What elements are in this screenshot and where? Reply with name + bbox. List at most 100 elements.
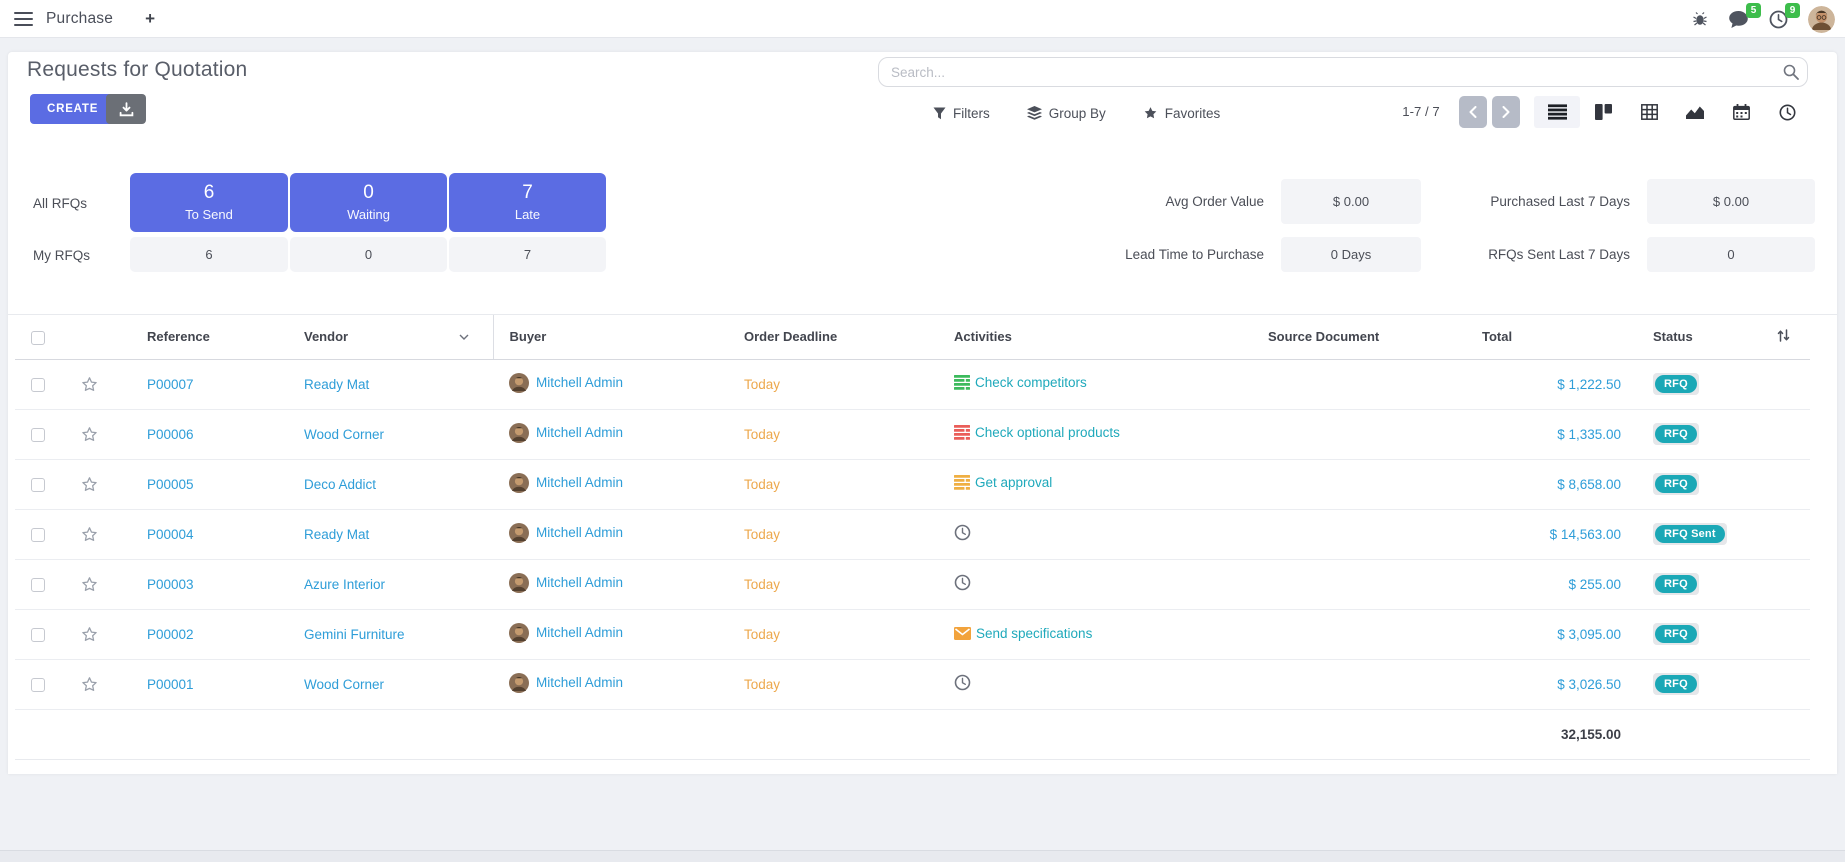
column-header-source[interactable]: Source Document [1252,315,1482,359]
activity-view-button[interactable] [1764,96,1810,128]
app-name[interactable]: Purchase [46,10,113,28]
buyer-link[interactable]: Mitchell Admin [536,675,623,690]
row-checkbox[interactable] [31,428,45,442]
activity-cell[interactable] [954,674,976,691]
source-document-cell [1252,409,1482,459]
column-header-vendor[interactable]: Vendor [288,315,493,359]
reference-link[interactable]: P00003 [147,577,194,592]
optional-columns-button[interactable] [1757,315,1810,359]
buyer-link[interactable]: Mitchell Admin [536,525,623,540]
row-checkbox[interactable] [31,578,45,592]
activity-cell[interactable] [954,524,976,541]
vendor-link[interactable]: Wood Corner [304,677,384,692]
activity-cell[interactable]: Check optional products [954,425,1120,440]
reference-link[interactable]: P00002 [147,627,194,642]
column-header-buyer[interactable]: Buyer [493,315,728,359]
row-checkbox[interactable] [31,628,45,642]
to-send-button[interactable]: 6 To Send [130,173,288,232]
calendar-view-button[interactable] [1718,96,1764,128]
my-late-value[interactable]: 7 [449,237,606,272]
row-checkbox[interactable] [31,378,45,392]
reference-link[interactable]: P00005 [147,477,194,492]
search-input[interactable] [878,57,1808,87]
table-row[interactable]: P00002 Gemini Furniture Mitchell Admin T… [15,609,1810,659]
table-row[interactable]: P00003 Azure Interior Mitchell Admin Tod… [15,559,1810,609]
table-row[interactable]: P00007 Ready Mat Mitchell Admin Today Ch… [15,359,1810,409]
reference-link[interactable]: P00004 [147,527,194,542]
favorite-star-icon[interactable] [80,475,99,494]
activity-cell[interactable]: Get approval [954,475,1052,490]
reference-link[interactable]: P00007 [147,377,194,392]
list-view-button[interactable] [1534,96,1580,128]
create-button[interactable]: CREATE [30,94,115,124]
reference-link[interactable]: P00006 [147,427,194,442]
table-row[interactable]: P00001 Wood Corner Mitchell Admin Today … [15,659,1810,709]
row-checkbox[interactable] [31,528,45,542]
vendor-link[interactable]: Gemini Furniture [304,627,405,642]
buyer-link[interactable]: Mitchell Admin [536,575,623,590]
activities-clock-icon[interactable]: 9 [1769,10,1788,29]
filters-button[interactable]: Filters [933,106,990,121]
vendor-link[interactable]: Wood Corner [304,427,384,442]
table-row[interactable]: P00005 Deco Addict Mitchell Admin Today … [15,459,1810,509]
column-header-status[interactable]: Status [1637,315,1757,359]
filters-label: Filters [953,106,990,121]
buyer-link[interactable]: Mitchell Admin [536,475,623,490]
buyer-link[interactable]: Mitchell Admin [536,625,623,640]
reference-link[interactable]: P00001 [147,677,194,692]
pivot-view-button[interactable] [1626,96,1672,128]
late-label: Late [449,207,606,222]
late-button[interactable]: 7 Late [449,173,606,232]
chevron-right-icon [1502,106,1510,118]
activity-label[interactable]: Get approval [975,475,1052,490]
select-all-checkbox[interactable] [31,331,45,345]
vendor-link[interactable]: Deco Addict [304,477,376,492]
group-by-label: Group By [1049,106,1106,121]
favorite-star-icon[interactable] [80,525,99,544]
vendor-link[interactable]: Ready Mat [304,527,369,542]
user-avatar[interactable] [1808,6,1835,33]
buyer-link[interactable]: Mitchell Admin [536,425,623,440]
debug-bug-icon[interactable] [1692,11,1708,27]
favorite-star-icon[interactable] [80,675,99,694]
new-tab-button[interactable]: + [145,9,155,29]
table-row[interactable]: P00004 Ready Mat Mitchell Admin Today $ … [15,509,1810,559]
column-header-reference[interactable]: Reference [117,315,288,359]
chevron-down-icon [459,334,469,340]
table-row[interactable]: P00006 Wood Corner Mitchell Admin Today … [15,409,1810,459]
activity-cell[interactable] [954,574,976,591]
kanban-view-button[interactable] [1580,96,1626,128]
import-button[interactable] [106,94,146,124]
apps-menu-icon[interactable] [14,8,33,29]
vendor-link[interactable]: Azure Interior [304,577,385,592]
row-checkbox[interactable] [31,678,45,692]
column-header-total[interactable]: Total [1482,315,1637,359]
pager-previous-button[interactable] [1459,96,1487,128]
column-header-activities[interactable]: Activities [938,315,1252,359]
search-icon[interactable] [1783,64,1799,85]
status-badge: RFQ Sent [1655,525,1725,543]
activity-label[interactable]: Send specifications [976,626,1092,641]
favorite-star-icon[interactable] [80,375,99,394]
buyer-link[interactable]: Mitchell Admin [536,375,623,390]
group-by-button[interactable]: Group By [1027,106,1106,121]
my-to-send-value[interactable]: 6 [130,237,288,272]
column-header-deadline[interactable]: Order Deadline [728,315,938,359]
messages-count-badge: 5 [1746,3,1761,18]
favorites-button[interactable]: Favorites [1143,106,1221,121]
pager-next-button[interactable] [1492,96,1520,128]
activity-label[interactable]: Check competitors [975,375,1087,390]
favorite-star-icon[interactable] [80,425,99,444]
favorite-star-icon[interactable] [80,575,99,594]
messages-icon[interactable]: 5 [1728,10,1749,29]
activity-label[interactable]: Check optional products [975,425,1120,440]
activity-cell[interactable]: Check competitors [954,375,1087,390]
vendor-link[interactable]: Ready Mat [304,377,369,392]
waiting-button[interactable]: 0 Waiting [290,173,447,232]
row-checkbox[interactable] [31,478,45,492]
favorite-star-icon[interactable] [80,625,99,644]
graph-view-button[interactable] [1672,96,1718,128]
funnel-icon [933,107,946,120]
my-waiting-value[interactable]: 0 [290,237,447,272]
activity-cell[interactable]: Send specifications [954,626,1092,641]
